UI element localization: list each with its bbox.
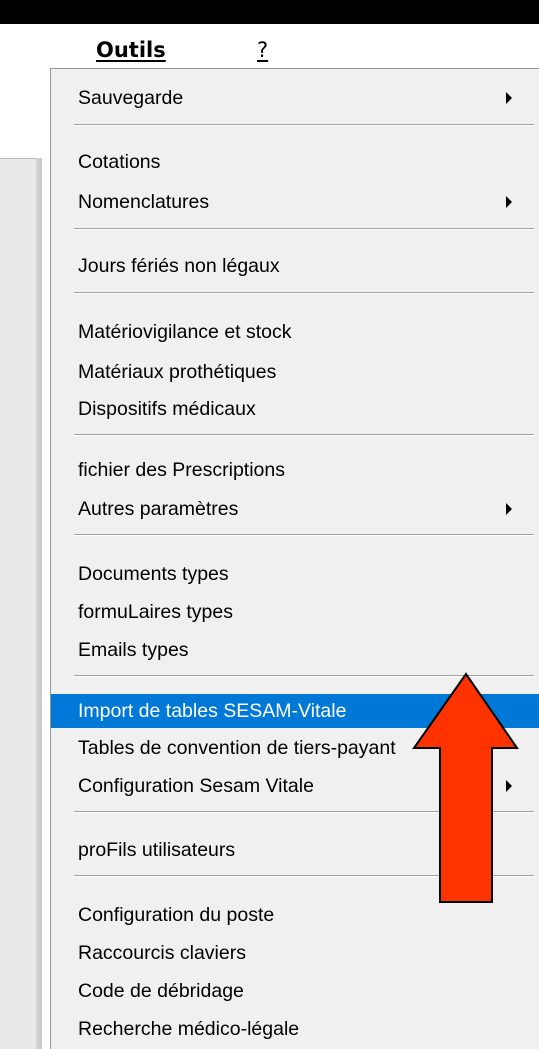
menu-help-label: ? — [257, 38, 269, 62]
menubar: Outils ? — [42, 24, 539, 68]
menu-item-label: Nomenclatures — [78, 191, 210, 213]
menu-item-sauvegarde[interactable]: Sauvegarde — [51, 81, 539, 115]
menu-item-label: Matériovigilance et stock — [78, 321, 292, 343]
menu-item-materiovigilance[interactable]: Matériovigilance et stock — [51, 315, 539, 349]
menu-item-dispositifs-medicaux[interactable]: Dispositifs médicaux — [51, 392, 539, 426]
menu-item-label: Raccourcis claviers — [78, 942, 246, 964]
menu-item-label: Dispositifs médicaux — [78, 398, 256, 420]
menu-item-label: Import de tables SESAM-Vitale — [78, 700, 347, 722]
annotation-arrow-icon — [412, 672, 519, 903]
menu-outils-label: Outils — [96, 38, 166, 62]
menu-separator — [74, 534, 534, 536]
panel-edge — [36, 158, 42, 1049]
menu-item-label: Jours fériés non légaux — [78, 255, 280, 277]
menu-separator — [74, 228, 534, 230]
menu-item-materiaux-prothetiques[interactable]: Matériaux prothétiques — [51, 355, 539, 389]
menu-item-label: formuLaires types — [78, 601, 233, 623]
menu-item-cotations[interactable]: Cotations — [51, 145, 539, 179]
menu-separator — [74, 434, 534, 436]
menu-item-label: Configuration du poste — [78, 904, 275, 926]
menu-outils[interactable]: Outils — [96, 36, 166, 64]
menu-item-label: Sauvegarde — [78, 87, 184, 109]
submenu-arrow-icon — [506, 196, 512, 208]
menu-item-jours-feries[interactable]: Jours fériés non légaux — [51, 249, 539, 283]
menu-item-recherche-medico-legale[interactable]: Recherche médico-légale — [51, 1012, 539, 1046]
menu-item-prescriptions[interactable]: fichier des Prescriptions — [51, 453, 539, 487]
menu-help[interactable]: ? — [257, 36, 268, 64]
menu-item-label: Cotations — [78, 151, 161, 173]
menu-item-label: Code de débridage — [78, 980, 244, 1002]
menu-item-formulaires-types[interactable]: formuLaires types — [51, 595, 539, 629]
app-screen: Outils ? Sauvegarde Cotations Nomenclatu… — [0, 0, 539, 1049]
menu-item-emails-types[interactable]: Emails types — [51, 633, 539, 667]
submenu-arrow-icon — [506, 92, 512, 104]
menu-item-label: Matériaux prothétiques — [78, 361, 277, 383]
menu-item-label: Recherche médico-légale — [78, 1018, 300, 1040]
menu-item-nomenclatures[interactable]: Nomenclatures — [51, 185, 539, 219]
menu-separator — [74, 292, 534, 294]
menu-item-label: fichier des Prescriptions — [78, 459, 285, 481]
menu-item-autres-parametres[interactable]: Autres paramètres — [51, 492, 539, 526]
menu-item-label: Autres paramètres — [78, 498, 239, 520]
menu-separator — [74, 124, 534, 126]
menu-item-label: Emails types — [78, 639, 189, 661]
menu-item-label: Tables de convention de tiers-payant — [78, 737, 396, 759]
menu-item-label: proFils utilisateurs — [78, 839, 236, 861]
menu-item-label: Configuration Sesam Vitale — [78, 775, 314, 797]
menu-item-code-debridage[interactable]: Code de débridage — [51, 974, 539, 1008]
menu-item-documents-types[interactable]: Documents types — [51, 557, 539, 591]
menu-item-raccourcis-claviers[interactable]: Raccourcis claviers — [51, 936, 539, 970]
menu-item-label: Documents types — [78, 563, 229, 585]
submenu-arrow-icon — [506, 503, 512, 515]
